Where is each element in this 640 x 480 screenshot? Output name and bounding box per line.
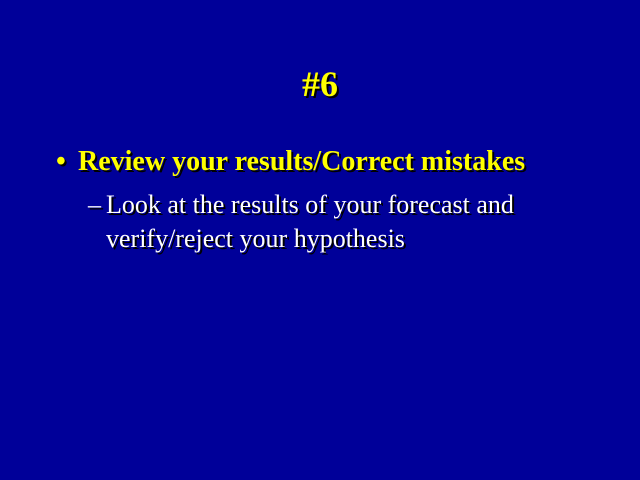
sub-bullet-item: – Look at the results of your forecast a…: [88, 188, 588, 256]
slide-title: #6: [302, 64, 338, 104]
slide: #6 • Review your results/Correct mistake…: [0, 0, 640, 480]
bullet-text: Review your results/Correct mistakes: [78, 146, 526, 177]
sub-bullet-text: Look at the results of your forecast and…: [106, 190, 514, 253]
sub-bullet-marker: –: [88, 190, 101, 219]
bullet-marker: •: [56, 146, 66, 177]
bullet-item: • Review your results/Correct mistakes: [56, 144, 616, 180]
